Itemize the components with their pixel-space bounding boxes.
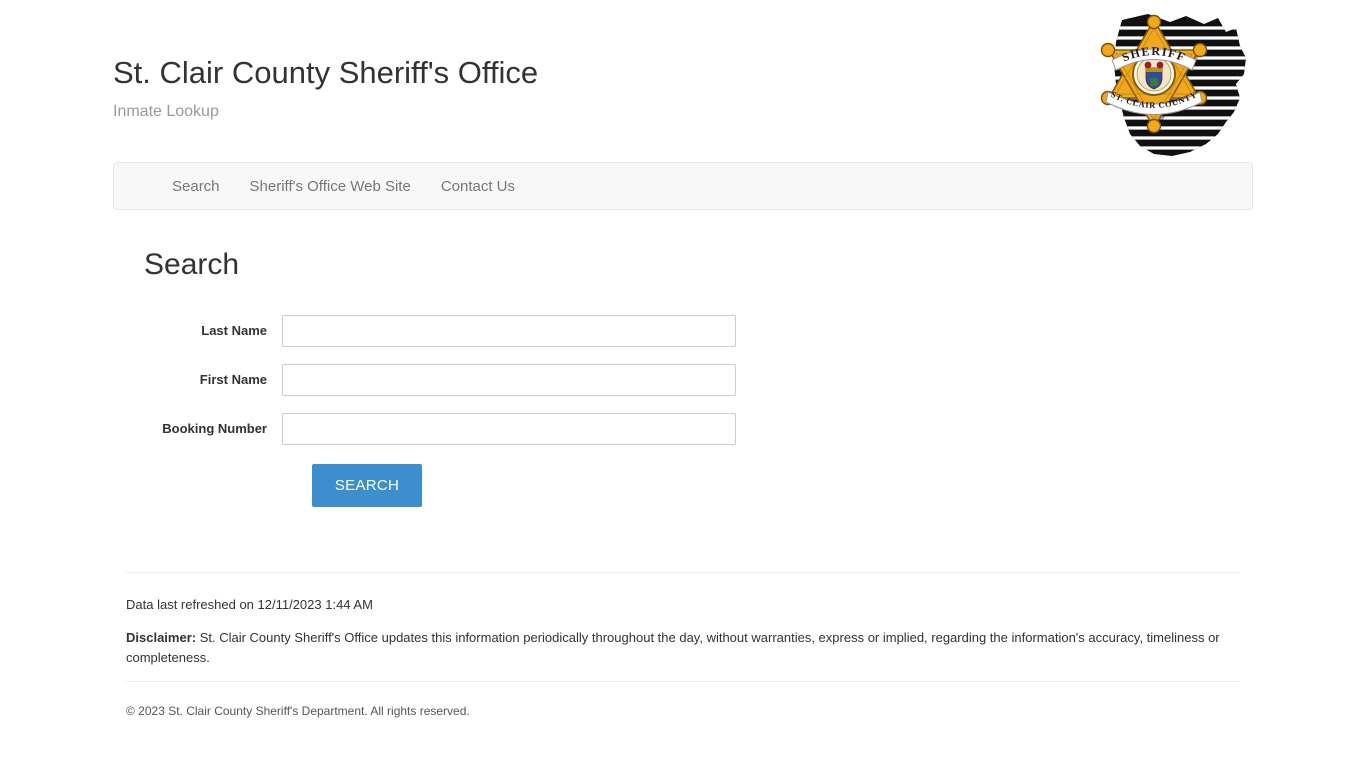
last-name-label: Last Name bbox=[201, 322, 267, 338]
form-row-booking-number: Booking Number bbox=[113, 409, 1253, 448]
copyright-text: © 2023 St. Clair County Sheriff's Depart… bbox=[126, 704, 470, 718]
site-subtitle: Inmate Lookup bbox=[113, 103, 219, 120]
inmate-search-form: Last Name First Name Booking Number SEAR… bbox=[113, 311, 1253, 507]
page-title: St. Clair County Sheriff's Office bbox=[113, 55, 539, 90]
main-navigation: Search Sheriff's Office Web Site Contact… bbox=[113, 162, 1253, 210]
footer-info: Data last refreshed on 12/11/2023 1:44 A… bbox=[126, 572, 1240, 668]
booking-number-label: Booking Number bbox=[162, 420, 267, 436]
disclaimer-body: St. Clair County Sheriff's Office update… bbox=[126, 630, 1220, 665]
nav-item-label: Contact Us bbox=[440, 177, 516, 195]
form-row-last-name: Last Name bbox=[113, 311, 1253, 350]
sheriff-badge-michigan-logo-icon: SHERIFF ST. CLAIR COUNTY bbox=[1086, 6, 1258, 161]
data-refresh-timestamp: Data last refreshed on 12/11/2023 1:44 A… bbox=[126, 597, 373, 612]
first-name-input[interactable] bbox=[282, 363, 736, 396]
section-heading: Search bbox=[144, 248, 240, 281]
booking-number-input[interactable] bbox=[282, 412, 736, 445]
first-name-label: First Name bbox=[199, 371, 267, 387]
disclaimer-text: Disclaimer: St. Clair County Sheriff's O… bbox=[126, 628, 1231, 668]
nav-item-label: Search bbox=[172, 177, 220, 195]
nav-item-sheriffs-office-web-site[interactable]: Sheriff's Office Web Site bbox=[235, 163, 426, 209]
page-root: St. Clair County Sheriff's Office Inmate… bbox=[0, 0, 1366, 768]
main-content: Search Last Name First Name Booking Numb… bbox=[113, 232, 1253, 507]
nav-item-label: Sheriff's Office Web Site bbox=[249, 177, 411, 195]
form-row-first-name: First Name bbox=[113, 360, 1253, 399]
nav-item-search[interactable]: Search bbox=[157, 163, 235, 209]
form-actions: SEARCH bbox=[113, 464, 1253, 507]
footer-copyright-block: © 2023 St. Clair County Sheriff's Depart… bbox=[126, 681, 1240, 719]
last-name-input[interactable] bbox=[282, 314, 736, 347]
site-header: St. Clair County Sheriff's Office Inmate… bbox=[113, 54, 1253, 122]
disclaimer-label: Disclaimer: bbox=[126, 630, 197, 645]
nav-item-contact-us[interactable]: Contact Us bbox=[426, 163, 530, 209]
search-button[interactable]: SEARCH bbox=[312, 464, 422, 507]
